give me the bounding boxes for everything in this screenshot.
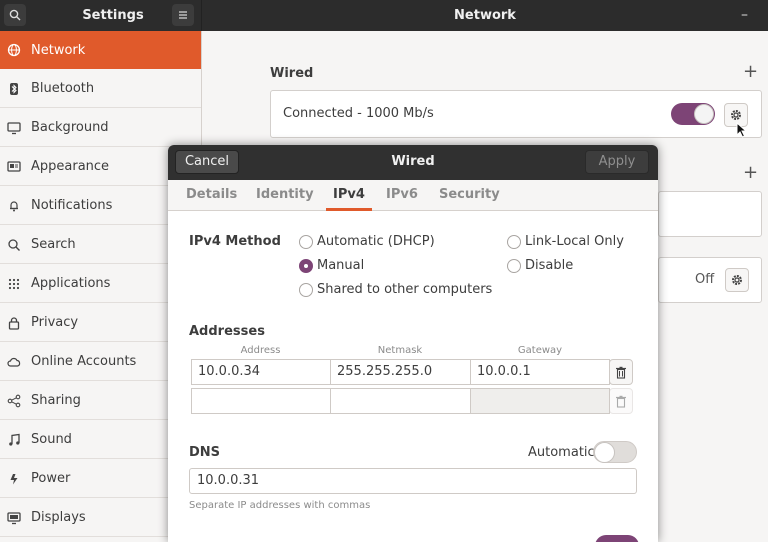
dns-label: DNS [189,445,221,460]
cloud-icon [7,355,21,369]
proxy-row: Off [658,257,762,303]
display-icon [7,511,21,525]
sidebar-item-label: Background [31,120,109,135]
globe-icon [7,43,21,57]
dns-automatic-label: Automatic [528,445,595,460]
delete-address-button[interactable] [609,359,633,385]
apply-button[interactable]: Apply [585,150,649,174]
sidebar-item-label: Displays [31,510,86,525]
cursor-icon [736,122,748,138]
sidebar-item-background[interactable]: Background [0,109,201,147]
tab-security[interactable]: Security [439,180,500,211]
sidebar-item-label: Applications [31,276,111,291]
add-connection-button[interactable]: + [743,61,758,82]
sidebar-item-label: Bluetooth [31,81,95,96]
gear-icon [732,275,742,285]
tab-identity[interactable]: Identity [256,180,314,211]
wired-dialog: Wired Cancel Apply Details Identity IPv4… [168,145,658,542]
routes-automatic-toggle[interactable] [595,535,639,542]
search-icon [9,9,21,21]
tab-details[interactable]: Details [186,180,237,211]
netmask-column-header: Netmask [377,345,423,356]
dialog-tabs: Details Identity IPv4 IPv6 Security [168,180,658,211]
address-field[interactable] [191,388,331,414]
tab-ipv6[interactable]: IPv6 [386,180,418,211]
page-title: Network [454,8,516,23]
radio-label: Shared to other computers [317,282,493,297]
method-disable-radio[interactable]: Disable [507,258,573,273]
add-vpn-button[interactable]: + [743,162,758,183]
delete-address-button [609,388,633,414]
sidebar-item-label: Online Accounts [31,354,137,369]
ipv4-method-label: IPv4 Method [189,234,281,249]
minimize-button[interactable]: – [741,0,748,31]
sidebar-item-label: Sharing [31,393,81,408]
power-icon [7,472,21,486]
lock-icon [7,316,21,330]
cancel-button[interactable]: Cancel [175,150,239,174]
bluetooth-icon [7,82,21,96]
vpn-card [658,191,762,237]
music-icon [7,433,21,447]
sidebar-item-label: Appearance [31,159,110,174]
radio-label: Disable [525,258,574,273]
wired-connection-row: Connected - 1000 Mb/s [270,90,762,138]
sidebar-item-label: Notifications [31,198,113,213]
sidebar-item-label: Sound [31,432,72,447]
address-column-header: Address [240,345,281,356]
search-icon [7,238,21,252]
bell-icon [7,199,21,213]
sidebar-item-label: Network [31,42,86,58]
dns-field[interactable]: 10.0.0.31 [189,468,637,494]
netmask-field[interactable]: 255.255.255.0 [330,359,471,385]
netmask-field[interactable] [330,388,471,414]
sidebar-item-label: Privacy [31,315,79,330]
wired-status: Connected - 1000 Mb/s [283,106,434,121]
hamburger-icon [179,11,187,19]
gateway-field[interactable]: 10.0.0.1 [470,359,610,385]
share-icon [7,394,21,408]
gateway-field [470,388,610,414]
tab-ipv4[interactable]: IPv4 [326,180,372,211]
trash-icon [616,366,626,379]
sidebar-item-bluetooth[interactable]: Bluetooth [0,70,201,108]
sidebar-item-network[interactable]: Network [0,31,201,69]
gear-icon [731,110,741,120]
dns-automatic-toggle[interactable] [593,441,637,463]
radio-label: Manual [317,258,365,273]
titlebar: Settings Network – [0,0,768,31]
gateway-column-header: Gateway [517,345,563,356]
monitor-icon [7,121,21,135]
address-field[interactable]: 10.0.0.34 [191,359,331,385]
radio-label: Link-Local Only [525,234,624,249]
sidebar-item-label: Power [31,471,71,486]
wired-section-title: Wired [270,66,314,81]
method-automatic-radio[interactable]: Automatic (DHCP) [299,234,435,249]
wired-toggle[interactable] [671,103,715,125]
addresses-label: Addresses [189,324,265,339]
appearance-icon [7,160,21,174]
radio-label: Automatic (DHCP) [317,234,435,249]
search-button[interactable] [4,4,26,26]
method-manual-radio[interactable]: Manual [299,258,364,273]
dns-hint: Separate IP addresses with commas [189,500,371,511]
dialog-header: Wired Cancel Apply [168,145,658,180]
method-shared-radio[interactable]: Shared to other computers [299,282,492,297]
proxy-settings-button[interactable] [725,268,749,292]
trash-icon [616,395,626,408]
method-link-local-radio[interactable]: Link-Local Only [507,234,624,249]
grid-icon [7,277,21,291]
sidebar-item-label: Search [31,237,76,252]
menu-button[interactable] [172,4,194,26]
proxy-status: Off [695,272,715,287]
